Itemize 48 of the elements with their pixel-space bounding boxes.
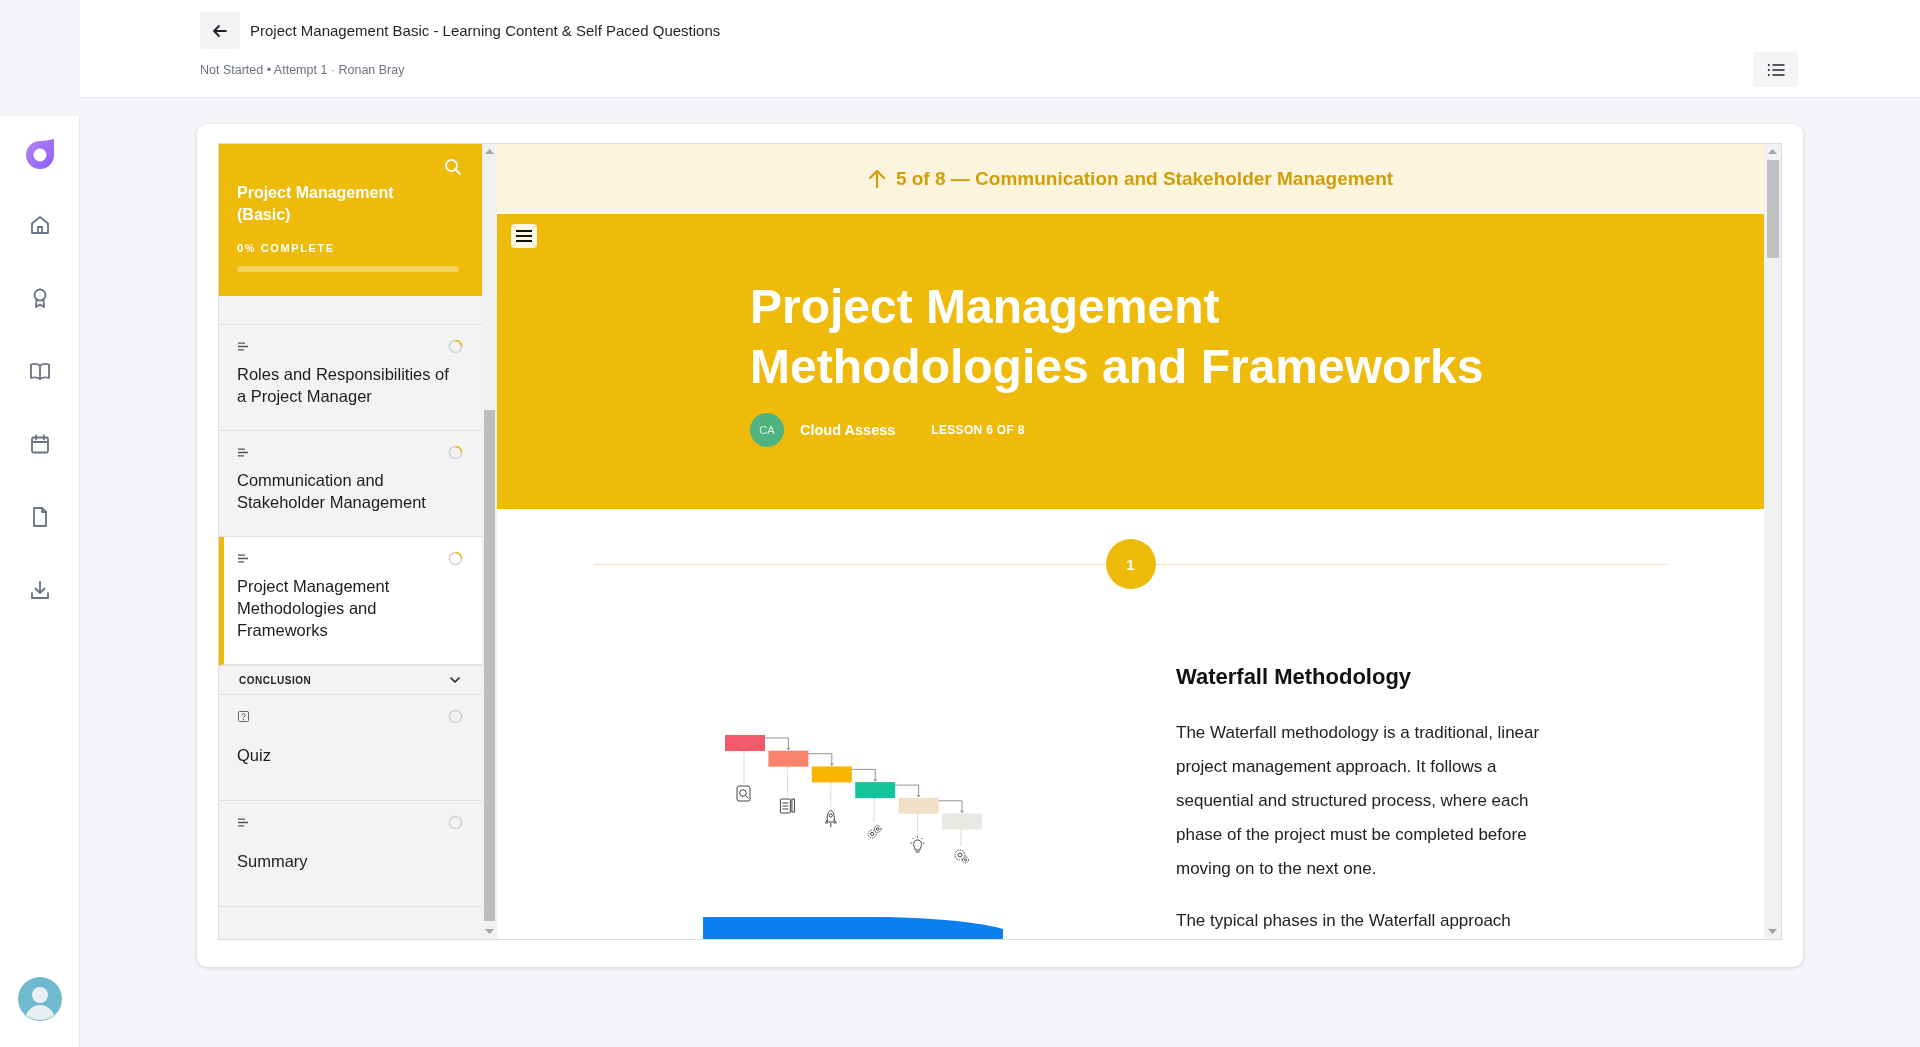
gears-icon <box>867 825 882 839</box>
author-name: Cloud Assess <box>800 422 896 438</box>
back-button[interactable] <box>200 12 240 49</box>
notebook-icon <box>779 798 795 814</box>
menu-button[interactable] <box>511 224 537 248</box>
phase-block <box>811 766 852 783</box>
contents-button[interactable] <box>1753 52 1798 87</box>
connector-arrow <box>808 753 834 766</box>
phase-block <box>725 735 765 751</box>
logo-icon[interactable] <box>23 138 56 170</box>
menu-icon[interactable] <box>516 230 532 242</box>
phase-block <box>942 813 982 830</box>
rocket-icon <box>824 809 837 828</box>
connector-arrow <box>851 769 878 782</box>
lesson-counter: LESSON 6 OF 8 <box>931 423 1025 437</box>
phase-block <box>898 797 939 814</box>
author-avatar: CA <box>750 413 784 447</box>
scrollbar-thumb[interactable] <box>1766 160 1779 258</box>
page-title: Project Management Basic - Learning Content & Self Paced Questions <box>250 22 721 39</box>
phase-block <box>855 782 896 799</box>
course-title: Project Management (Basic) <box>237 183 395 225</box>
list-icon[interactable] <box>1766 62 1785 77</box>
lightbulb-icon <box>910 835 926 853</box>
question-box-icon <box>238 710 249 722</box>
text-lines-icon <box>238 341 248 351</box>
dotted-leader-line <box>787 766 788 797</box>
lesson-title: Project Management Methodologies and Frameworks <box>750 279 1485 395</box>
dotted-leader-line <box>873 797 875 823</box>
connector-arrow <box>764 737 791 751</box>
phase-block <box>768 750 809 767</box>
text-lines-icon <box>238 817 248 827</box>
dotted-leader-line <box>830 782 832 809</box>
gears-icon <box>954 849 969 864</box>
connector-arrow <box>894 784 921 798</box>
body-text: The typical phases in the Waterfall approach <box>1176 910 1512 932</box>
progress-label: 0% COMPLETE <box>237 241 335 255</box>
magnifier-icon <box>736 785 751 802</box>
connector-arrow <box>938 800 964 813</box>
section-heading: Waterfall Methodology <box>1176 663 1413 691</box>
text-lines-icon <box>238 553 248 563</box>
body-text: The Waterfall methodology is a traditional, linear project management approach. It follows a sequential and structured process, where each phase of the project must be completed before moving on to the next one. <box>1176 722 1541 880</box>
step-marker: 1 <box>1105 539 1156 589</box>
dotted-leader-line <box>917 813 918 836</box>
outline-item[interactable]: Project Management Methodologies and Frameworks <box>219 537 482 666</box>
attempt-status: Not Started • Attempt 1 · Ronan Bray <box>200 62 405 78</box>
chevron-down-icon[interactable] <box>450 677 460 683</box>
scrollbar-thumb[interactable] <box>484 410 495 921</box>
text-lines-icon <box>238 447 248 457</box>
